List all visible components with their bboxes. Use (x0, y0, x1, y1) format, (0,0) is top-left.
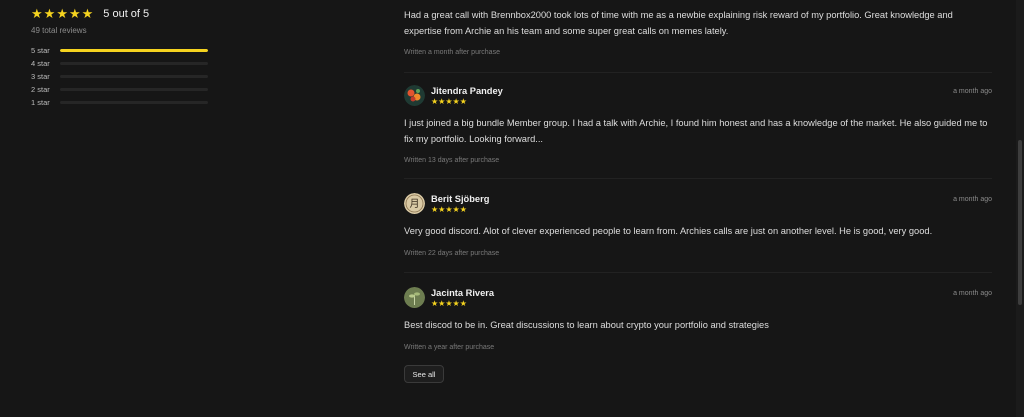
reviewer-name[interactable]: Jacinta Rivera (431, 288, 494, 298)
distribution-row-2[interactable]: 2 star (31, 83, 211, 96)
star-icon: ★ (56, 6, 68, 21)
review-card: Jacinta Rivera ★★★★★ a month ago Best di… (404, 287, 992, 351)
distribution-bar (60, 49, 208, 52)
distribution-bar (60, 101, 208, 104)
review-divider (404, 72, 992, 73)
author-block: Berit Sjöberg ★★★★★ (431, 194, 489, 214)
plant-avatar-icon (404, 287, 425, 308)
review-header: Jitendra Pandey ★★★★★ a month ago (404, 85, 992, 106)
rating-summary: ★ ★ ★ ★ ★ 5 out of 5 49 total reviews 5 star… (31, 6, 211, 109)
review-time: a month ago (953, 290, 992, 297)
star-icon: ★ (452, 298, 460, 308)
review-stars: ★★★★★ (431, 205, 489, 214)
star-icon: ★ (445, 96, 453, 106)
avatar[interactable] (404, 85, 425, 106)
review-stars: ★★★★★ (431, 299, 494, 308)
average-rating: 5 out of 5 (103, 8, 150, 20)
see-all-button[interactable]: See all (404, 365, 444, 383)
scrollbar-thumb[interactable] (1018, 140, 1022, 305)
review-purchase-meta: Written 13 days after purchase (404, 157, 500, 164)
star-icon: ★ (452, 96, 460, 106)
star-icon: ★ (31, 6, 43, 21)
author-block: Jitendra Pandey ★★★★★ (431, 86, 503, 106)
flower-avatar-icon (404, 85, 425, 106)
review-text: Very good discord. Alot of clever experi… (404, 226, 933, 236)
reviewer-name[interactable]: Berit Sjöberg (431, 194, 489, 204)
review-divider (404, 178, 992, 179)
review-purchase-meta: Written 22 days after purchase (404, 249, 500, 257)
distribution-label: 4 star (31, 59, 50, 68)
total-reviews-count: 49 total reviews (31, 26, 87, 35)
star-icon: ★ (43, 6, 56, 21)
rating-distribution: 5 star 4 star 3 star 2 star 1 star (31, 44, 211, 109)
review-purchase-meta: Written a year after purchase (404, 343, 495, 351)
distribution-label: 5 star (31, 46, 50, 55)
moon-glyph-avatar-icon: 月 (404, 193, 425, 214)
review-time: a month ago (953, 196, 992, 203)
review-card: Jitendra Pandey ★★★★★ a month ago I just… (404, 85, 992, 164)
star-icon: ★ (445, 298, 453, 308)
distribution-label: 3 star (31, 72, 50, 81)
avatar[interactable] (404, 287, 425, 308)
review-stars: ★★★★★ (431, 97, 503, 106)
author-block: Jacinta Rivera ★★★★★ (431, 288, 494, 308)
review-time: a month ago (953, 88, 992, 95)
review-text: Best discod to be in. Great discussions … (404, 320, 769, 330)
avatar[interactable]: 月 (404, 193, 425, 214)
review-author: 月 Berit Sjöberg ★★★★★ (404, 193, 489, 214)
review-header: Jacinta Rivera ★★★★★ a month ago (404, 287, 992, 308)
distribution-row-1[interactable]: 1 star (31, 96, 211, 109)
star-icon: ★ (452, 204, 460, 214)
distribution-fill (60, 49, 208, 52)
rating-summary-header: ★ ★ ★ ★ ★ 5 out of 5 (31, 6, 211, 22)
review-header: 月 Berit Sjöberg ★★★★★ a month ago (404, 193, 992, 214)
review-divider (404, 272, 992, 273)
distribution-row-4[interactable]: 4 star (31, 57, 211, 70)
distribution-row-5[interactable]: 5 star (31, 44, 211, 57)
review-card: 月 Berit Sjöberg ★★★★★ a month ago Very g… (404, 193, 992, 257)
svg-text:月: 月 (410, 198, 420, 210)
review-purchase-meta: Written a month after purchase (404, 49, 500, 56)
reviewer-name[interactable]: Jitendra Pandey (431, 86, 503, 96)
distribution-label: 2 star (31, 85, 50, 94)
star-icon: ★ (459, 204, 467, 214)
review-text: I just joined a big bundle Member group.… (404, 118, 988, 144)
distribution-bar (60, 88, 208, 91)
star-icon: ★ (81, 6, 94, 21)
distribution-row-3[interactable]: 3 star (31, 70, 211, 83)
star-icon: ★ (459, 96, 467, 106)
star-icon: ★ (459, 298, 467, 308)
star-icon: ★ (68, 6, 81, 21)
review-text: Had a great call with Brennbox2000 took … (404, 10, 953, 36)
review-author: Jitendra Pandey ★★★★★ (404, 85, 503, 106)
distribution-bar (60, 75, 208, 78)
star-icon: ★ (445, 204, 453, 214)
distribution-label: 1 star (31, 98, 50, 107)
distribution-bar (60, 62, 208, 65)
scrollbar[interactable] (1016, 0, 1024, 417)
review-author: Jacinta Rivera ★★★★★ (404, 287, 494, 308)
review-card: Had a great call with Brennbox2000 took … (404, 8, 992, 56)
summary-stars: ★ ★ ★ ★ ★ (31, 6, 93, 22)
